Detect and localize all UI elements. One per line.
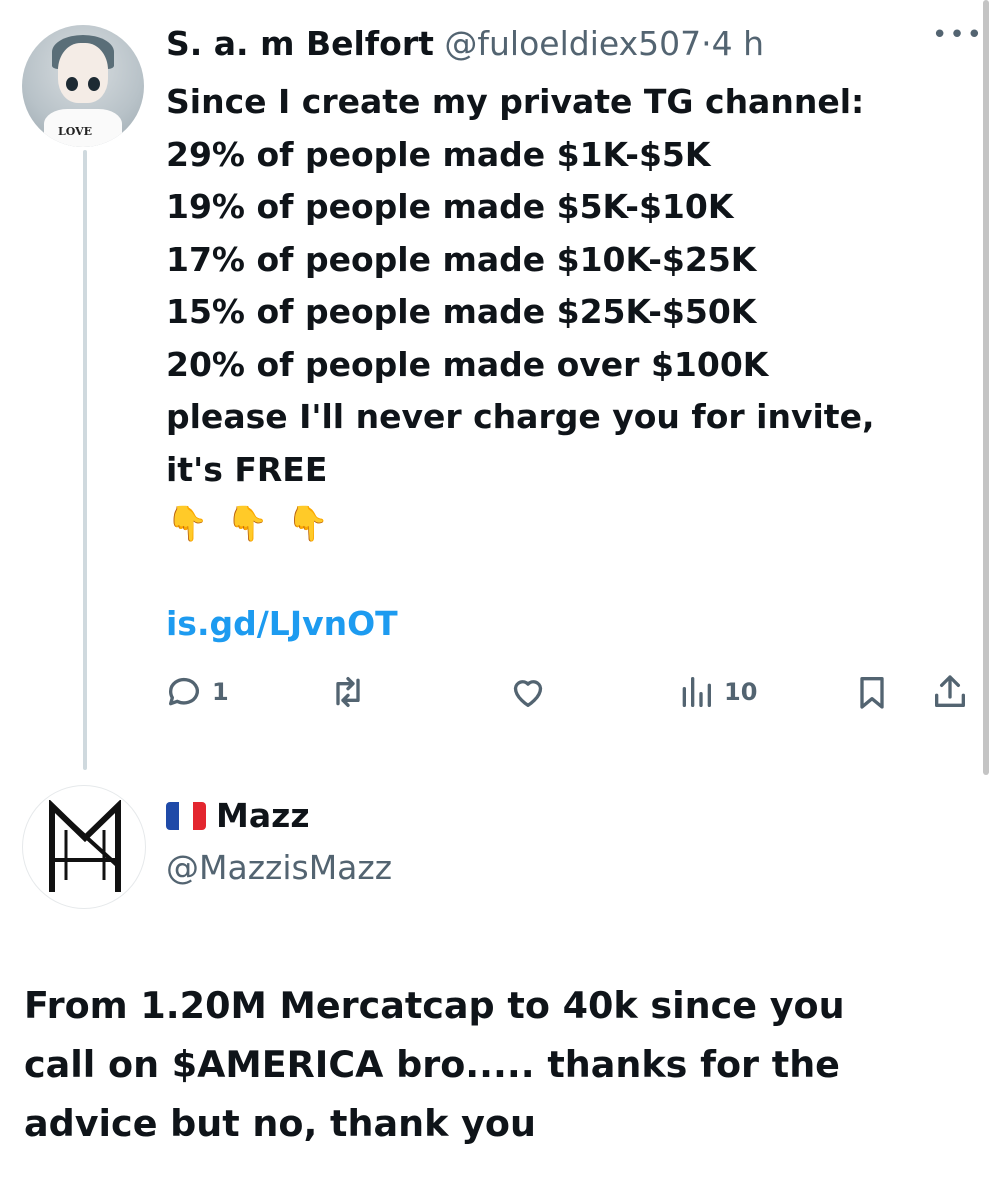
views-button[interactable]: 10 [676, 672, 757, 712]
bookmark-button[interactable] [852, 672, 892, 712]
reply-count: 1 [212, 678, 229, 706]
header-separator: · [701, 24, 712, 63]
reply-author-name[interactable]: Mazz [216, 796, 310, 835]
tweet-header: S. a. m Belfort @fuloeldiex507·4 h [166, 22, 764, 66]
tweet-text: Since I create my private TG channel: 29… [166, 76, 946, 551]
views-count: 10 [724, 678, 758, 706]
mazz-logo [49, 800, 121, 892]
pointing-down-emoji: 👇 [226, 504, 269, 544]
reply-author-name-row: Mazz [166, 796, 310, 835]
reply-author-handle[interactable]: @MazzisMazz [166, 848, 392, 887]
avatar-eye [88, 77, 100, 91]
avatar-eye [66, 77, 78, 91]
reply-button[interactable]: 1 [164, 672, 229, 712]
tweet-line: it's FREE [166, 449, 328, 489]
scrollbar[interactable] [983, 0, 989, 775]
tweet-line: 29% of people made $1K-$5K [166, 134, 711, 174]
author-avatar[interactable]: LOVE [22, 25, 144, 147]
tweet-link[interactable]: is.gd/LJvnOT [166, 604, 398, 643]
reply-author-avatar[interactable] [22, 785, 146, 909]
tweet-line: 17% of people made $10K-$25K [166, 239, 757, 279]
france-flag-icon [166, 801, 206, 830]
tweet-line: 15% of people made $25K-$50K [166, 292, 757, 331]
tweet-actions: 1 10 [164, 672, 974, 716]
tweet-line: Since I create my private TG channel: [166, 82, 865, 121]
tweet-line: 19% of people made $5K-$10K [166, 187, 734, 226]
share-button[interactable] [930, 672, 970, 712]
reply-text: From 1.20M Mercatcap to 40k since you ca… [24, 976, 974, 1153]
pointing-down-emoji: 👇 [286, 504, 330, 544]
heart-icon [513, 680, 543, 707]
views-chart-icon [682, 677, 711, 707]
avatar-shirt: LOVE [44, 109, 122, 147]
reply-icon [169, 677, 199, 706]
retweet-button[interactable] [328, 672, 376, 712]
share-icon [935, 675, 965, 707]
pointing-down-emoji: 👇 [166, 504, 209, 544]
tweet-line: please I'll never charge you for invite, [166, 397, 875, 436]
tweet-timestamp[interactable]: 4 h [712, 24, 764, 63]
retweet-icon [336, 677, 360, 707]
reply-line: From 1.20M Mercatcap to 40k since you [24, 984, 845, 1027]
bookmark-icon [860, 677, 884, 709]
tweet-line: 20% of people made over $100K [166, 344, 769, 384]
author-handle[interactable]: @fuloeldiex507 [444, 24, 701, 63]
avatar-shirt-text: LOVE [58, 125, 93, 138]
reply-line: call on $AMERICA bro..... thanks for the [24, 1043, 840, 1086]
ellipsis-icon[interactable]: ••• [932, 20, 984, 50]
reply-line: advice but no, thank you [24, 1102, 536, 1145]
thread-connector-line [83, 150, 87, 770]
author-name[interactable]: S. a. m Belfort [166, 24, 434, 63]
emoji-row: 👇 👇 👇 [166, 498, 946, 551]
avatar-face [58, 43, 108, 103]
like-button[interactable] [508, 672, 556, 712]
